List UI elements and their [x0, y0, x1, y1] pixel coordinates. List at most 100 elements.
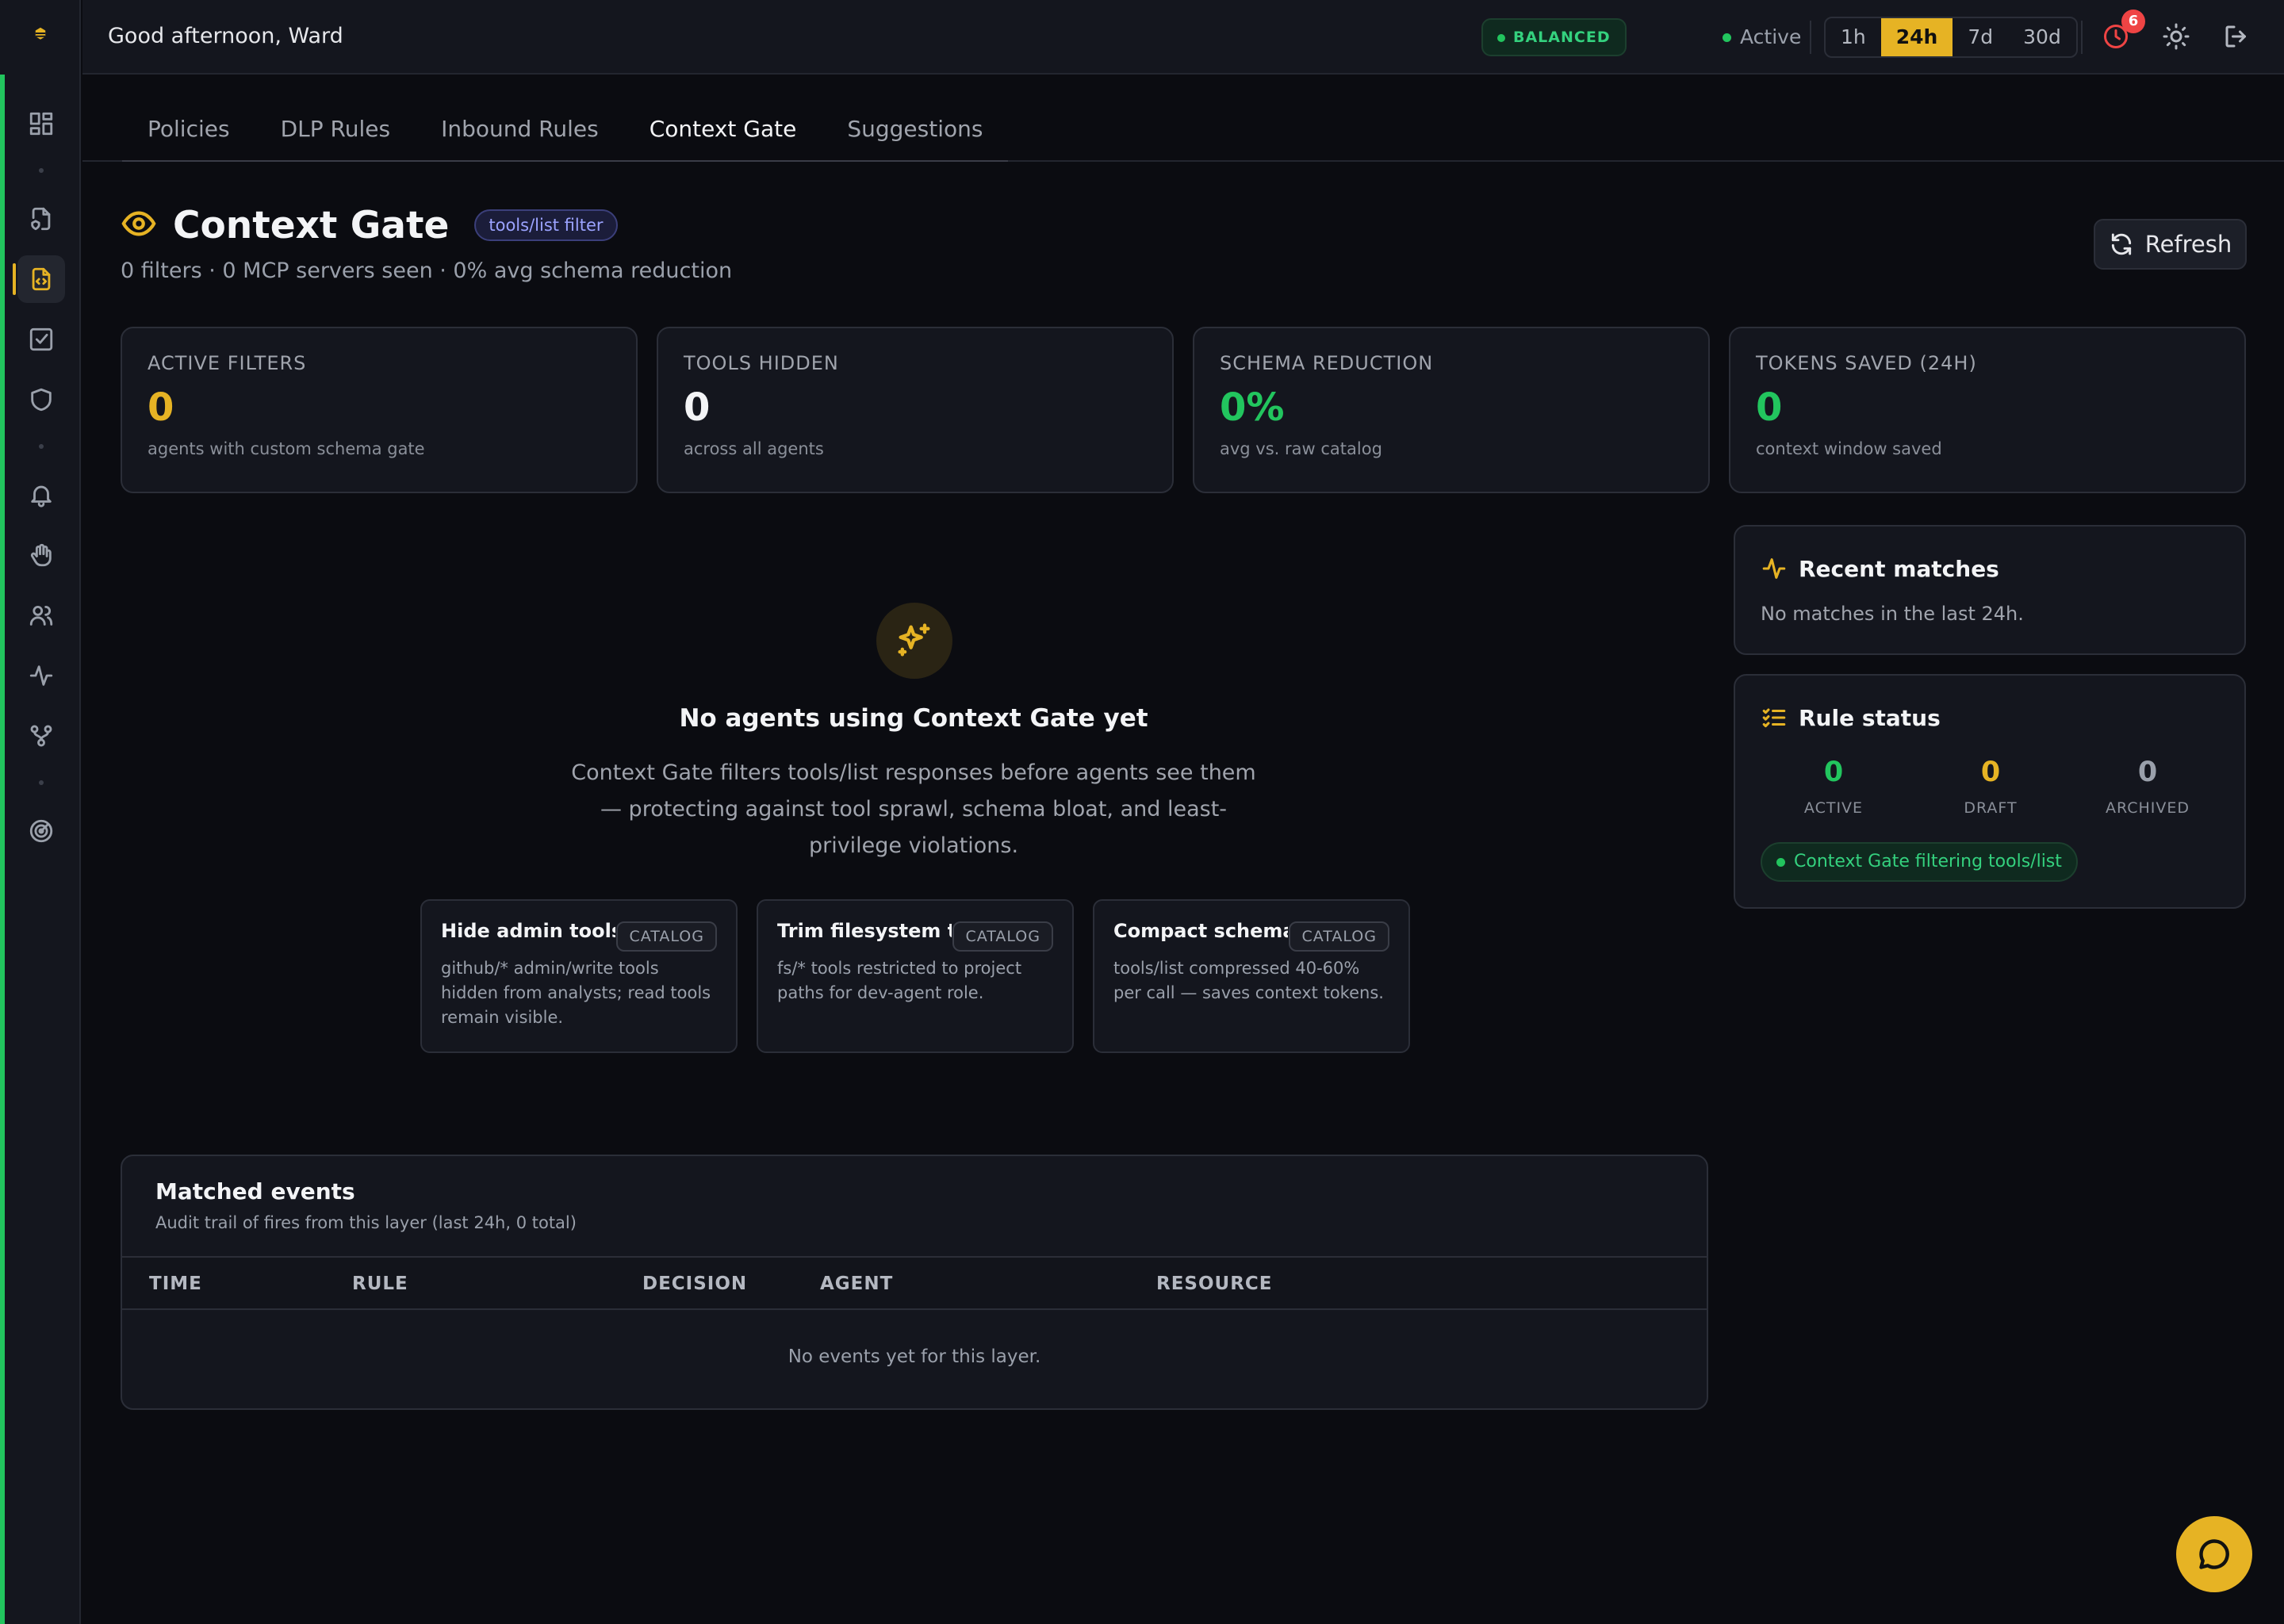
divider — [1810, 21, 1811, 54]
rule-count-label: ACTIVE — [1803, 799, 1864, 817]
tab-context-gate[interactable]: Context Gate — [624, 76, 822, 160]
eye-icon — [121, 205, 157, 245]
sun-icon[interactable] — [2162, 22, 2194, 54]
bee-logo-icon[interactable] — [23, 19, 58, 54]
rule-count-draft: 0 DRAFT — [1927, 756, 2054, 817]
rule-count-active: 0 ACTIVE — [1770, 756, 1897, 817]
stat-label: SCHEMA REDUCTION — [1220, 352, 1434, 374]
status-badge: Context Gate filtering tools/list — [1761, 842, 2078, 882]
status-indicator: Active — [1723, 25, 1801, 48]
example-desc: tools/list compressed 40-60% per call — … — [1113, 959, 1384, 1002]
empty-state: No agents using Context Gate yet Context… — [121, 571, 1707, 1078]
rule-count-value: 0 — [1823, 756, 1844, 788]
page-header: Context Gate tools/list filter — [121, 200, 618, 251]
rule-count-label: ARCHIVED — [2105, 799, 2190, 817]
stat-card-active-filters: ACTIVE FILTERS 0 agents with custom sche… — [121, 327, 638, 493]
events-title: Matched events — [155, 1178, 355, 1205]
column-header-agent[interactable]: AGENT — [820, 1274, 893, 1294]
rule-status-card: Rule status 0 ACTIVE 0 DRAFT 0 ARCHIVED … — [1734, 674, 2246, 909]
refresh-icon — [2111, 233, 2131, 255]
sidebar-accent-bar — [0, 75, 5, 1624]
dashboard-icon[interactable] — [17, 100, 65, 147]
refresh-button[interactable]: Refresh — [2094, 219, 2247, 270]
rule-count-value: 0 — [1980, 756, 2001, 788]
shield-icon[interactable] — [17, 376, 65, 423]
git-branch-icon[interactable] — [17, 712, 65, 760]
rule-count-value: 0 — [2137, 756, 2158, 788]
column-header-time[interactable]: TIME — [149, 1274, 202, 1294]
rule-status-title: Rule status — [1799, 704, 1941, 731]
stat-desc: agents with custom schema gate — [148, 439, 425, 458]
stat-card-tokens-saved: TOKENS SAVED (24H) 0 context window save… — [1729, 327, 2246, 493]
example-card[interactable]: Trim filesystem t... CATALOG fs/* tools … — [757, 899, 1074, 1053]
greeting: Good afternoon, Ward — [108, 24, 343, 48]
range-30d[interactable]: 30d — [2008, 18, 2076, 56]
range-1h[interactable]: 1h — [1826, 18, 1881, 56]
stat-value: 0 — [148, 385, 174, 430]
column-header-decision[interactable]: DECISION — [642, 1274, 747, 1294]
activity-icon — [1762, 558, 1786, 579]
stat-value: 0% — [1220, 385, 1285, 430]
document-shield-icon[interactable] — [17, 195, 65, 243]
sparkles-icon — [876, 603, 952, 679]
range-7d[interactable]: 7d — [1953, 18, 2008, 56]
mode-badge[interactable]: BALANCED — [1481, 18, 1627, 56]
checkbox-icon[interactable] — [17, 316, 65, 363]
tab-bar: Policies DLP Rules Inbound Rules Context… — [82, 76, 2284, 162]
stat-label: ACTIVE FILTERS — [148, 352, 307, 374]
users-icon[interactable] — [17, 592, 65, 639]
tab-inbound-rules[interactable]: Inbound Rules — [416, 76, 624, 160]
notification-badge: 6 — [2121, 10, 2145, 33]
rule-count-archived: 0 ARCHIVED — [2084, 756, 2211, 817]
sidebar-separator-dot — [39, 168, 44, 173]
chat-bubble-icon — [2199, 1539, 2229, 1569]
sidebar-separator-dot — [39, 444, 44, 449]
tab-suggestions[interactable]: Suggestions — [822, 76, 1008, 160]
list-checks-icon — [1762, 708, 1786, 728]
events-table-header: TIME RULE DECISION AGENT RESOURCE — [122, 1256, 1707, 1310]
example-tag: CATALOG — [616, 921, 717, 952]
document-code-icon[interactable] — [13, 255, 65, 303]
filter-tag: tools/list filter — [474, 209, 618, 241]
time-range-selector: 1h 24h 7d 30d — [1824, 17, 2078, 58]
hand-icon[interactable] — [17, 531, 65, 579]
stat-card-tools-hidden: TOOLS HIDDEN 0 across all agents — [657, 327, 1174, 493]
divider — [2081, 21, 2083, 54]
events-subtitle: Audit trail of fires from this layer (la… — [155, 1213, 577, 1232]
column-header-rule[interactable]: RULE — [352, 1274, 408, 1294]
example-desc: fs/* tools restricted to project paths f… — [777, 959, 1022, 1002]
radar-icon[interactable] — [17, 807, 65, 855]
recent-matches-card: Recent matches No matches in the last 24… — [1734, 525, 2246, 655]
empty-state-description: Context Gate filters tools/list response… — [571, 760, 1256, 858]
tab-policies[interactable]: Policies — [122, 76, 255, 160]
logout-icon[interactable] — [2222, 22, 2254, 54]
bell-icon[interactable] — [17, 471, 65, 519]
matched-events-card: Matched events Audit trail of fires from… — [121, 1155, 1708, 1410]
tab-dlp-rules[interactable]: DLP Rules — [255, 76, 416, 160]
stat-value: 0 — [1756, 385, 1783, 430]
sidebar — [0, 0, 81, 1624]
example-card[interactable]: Hide admin tools ... CATALOG github/* ad… — [420, 899, 738, 1053]
rule-count-label: DRAFT — [1964, 799, 2018, 817]
sidebar-separator-dot — [39, 780, 44, 785]
refresh-label: Refresh — [2144, 231, 2232, 258]
stat-desc: across all agents — [684, 439, 824, 458]
range-24h[interactable]: 24h — [1880, 18, 1953, 56]
recent-matches-text: No matches in the last 24h. — [1761, 603, 2024, 625]
chat-button[interactable] — [2176, 1516, 2252, 1592]
example-desc: github/* admin/write tools hidden from a… — [441, 959, 711, 1027]
example-title: Compact schema... — [1113, 920, 1288, 942]
stat-desc: avg vs. raw catalog — [1220, 439, 1382, 458]
page-title: Context Gate — [173, 203, 450, 247]
example-tag: CATALOG — [952, 921, 1053, 952]
empty-state-title: No agents using Context Gate yet — [679, 704, 1148, 733]
stat-label: TOKENS SAVED (24H) — [1756, 352, 1977, 374]
stat-value: 0 — [684, 385, 711, 430]
activity-icon[interactable] — [17, 652, 65, 699]
stat-desc: context window saved — [1756, 439, 1942, 458]
stat-label: TOOLS HIDDEN — [684, 352, 839, 374]
example-card[interactable]: Compact schema... CATALOG tools/list com… — [1093, 899, 1410, 1053]
example-tag: CATALOG — [1289, 921, 1389, 952]
example-title: Trim filesystem t... — [777, 920, 952, 942]
column-header-resource[interactable]: RESOURCE — [1156, 1274, 1273, 1294]
